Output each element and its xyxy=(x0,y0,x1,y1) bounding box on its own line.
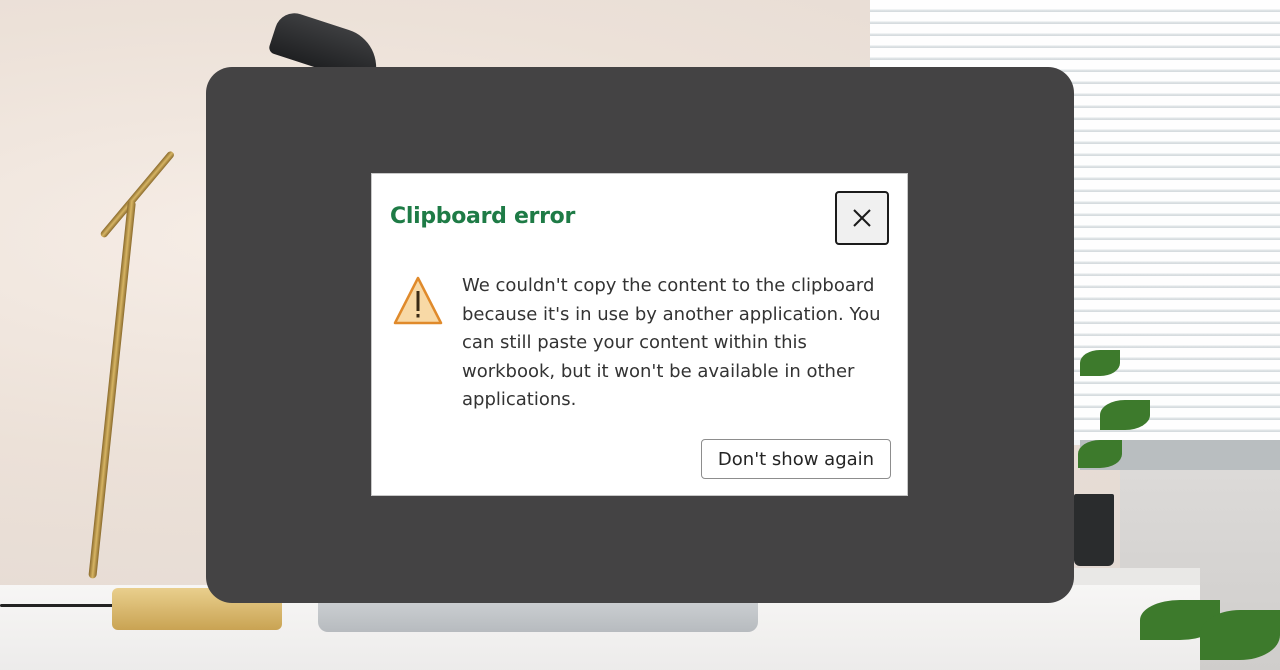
lamp-cord xyxy=(0,604,118,607)
plant-pot xyxy=(1074,494,1114,566)
plant-leaf xyxy=(1200,610,1280,660)
warning-triangle-icon xyxy=(393,276,443,325)
screenshot-stage: Clipboard error We couldn't copy the con… xyxy=(0,0,1280,670)
plant-leaf xyxy=(1080,350,1120,376)
plant-leaf xyxy=(1078,440,1122,468)
dont-show-again-button[interactable]: Don't show again xyxy=(701,439,891,479)
clipboard-error-dialog: Clipboard error We couldn't copy the con… xyxy=(371,173,908,496)
close-button[interactable] xyxy=(835,191,889,245)
close-icon xyxy=(853,209,871,227)
plant-leaf xyxy=(1100,400,1150,430)
dialog-message: We couldn't copy the content to the clip… xyxy=(462,275,881,410)
dialog-title: Clipboard error xyxy=(390,204,576,229)
